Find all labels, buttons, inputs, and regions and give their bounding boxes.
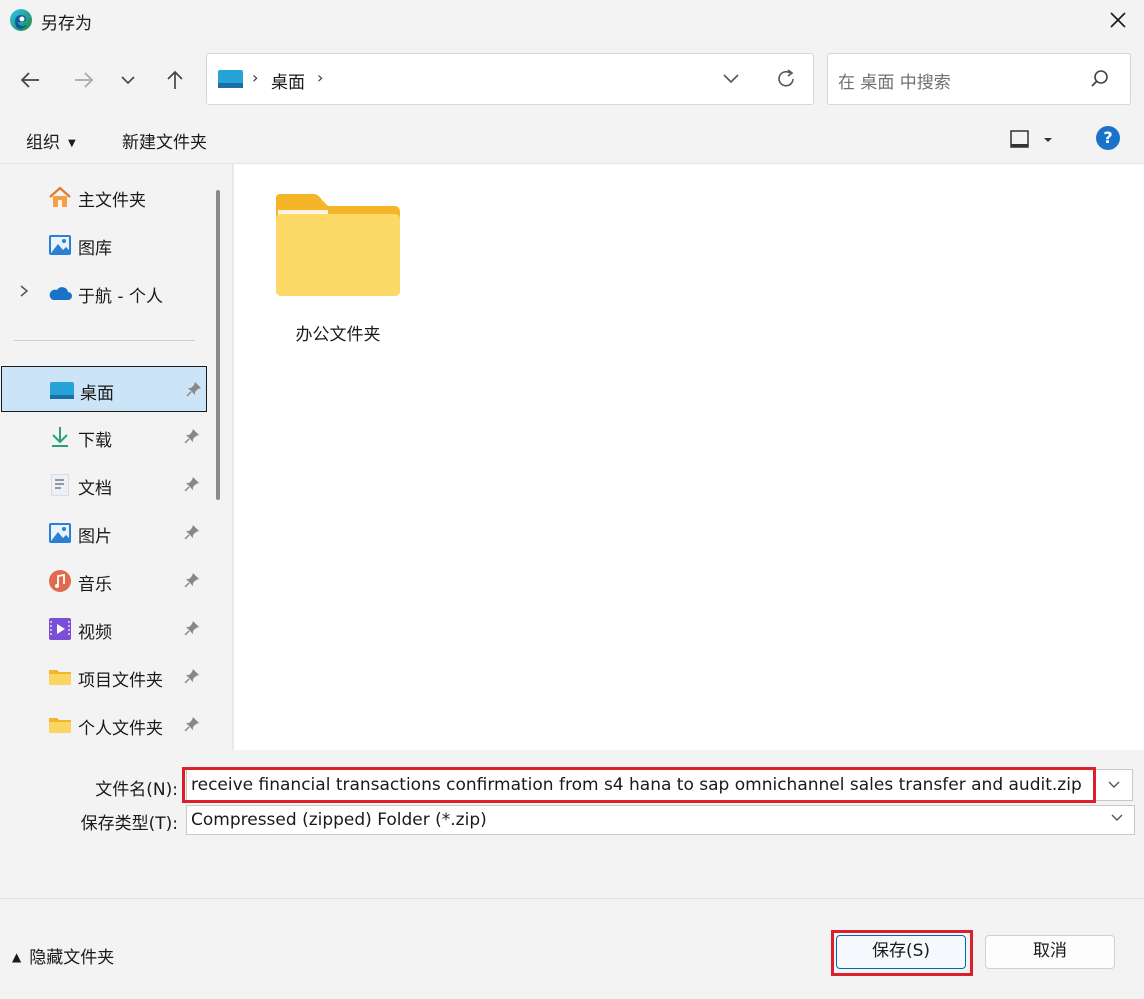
desktop-icon: [218, 70, 243, 88]
refresh-icon[interactable]: [775, 68, 797, 90]
save-highlight-box: [831, 930, 973, 976]
recent-locations-button[interactable]: [114, 66, 142, 94]
view-options-button[interactable]: [1010, 129, 1060, 156]
chevron-down-icon: [121, 76, 135, 85]
filename-dropdown-button[interactable]: [1094, 770, 1132, 800]
sidebar-item-home[interactable]: 主文件夹: [0, 174, 206, 220]
edge-browser-icon: [10, 9, 32, 31]
arrow-right-icon: [75, 72, 94, 88]
sidebar-item-documents[interactable]: 文档: [0, 462, 206, 508]
sidebar-item-label: 音乐: [78, 575, 112, 595]
sidebar-item-gallery[interactable]: 图库: [0, 222, 206, 268]
onedrive-cloud-icon: [49, 287, 72, 300]
save-form-area: 文件名(N): receive financial transactions c…: [0, 750, 1144, 999]
download-icon: [52, 427, 68, 447]
folder-icon: [49, 670, 71, 685]
organize-label: 组织: [26, 133, 60, 153]
caret-down-icon: ▼: [68, 138, 76, 149]
sidebar-item-label: 于航 - 个人: [78, 287, 163, 307]
caret-up-icon: ▲: [12, 950, 22, 964]
breadcrumb-desktop[interactable]: 桌面: [271, 68, 305, 93]
music-icon: [49, 570, 71, 592]
footer-divider: [0, 898, 1144, 899]
arrow-left-icon: [20, 72, 39, 88]
search-icon: [1091, 70, 1108, 87]
desktop-icon: [50, 382, 74, 399]
search-box[interactable]: 在 桌面 中搜索: [827, 53, 1131, 105]
folder-icon: [276, 194, 400, 296]
document-icon: [51, 474, 69, 496]
breadcrumb-separator: ›: [252, 68, 259, 87]
folder-name: 办公文件夹: [295, 325, 381, 345]
back-button[interactable]: [16, 66, 44, 94]
address-bar[interactable]: › 桌面 ›: [206, 53, 814, 105]
home-icon: [49, 186, 71, 207]
sidebar-item-label: 图片: [78, 527, 112, 547]
sidebar-item-label: 主文件夹: [78, 191, 146, 211]
sidebar-item-label: 个人文件夹: [78, 719, 163, 739]
organize-menu-button[interactable]: 组织 ▼: [26, 128, 76, 153]
chevron-down-icon[interactable]: [721, 68, 741, 88]
filetype-value: Compressed (zipped) Folder (*.zip): [191, 810, 487, 830]
search-input[interactable]: 在 桌面 中搜索: [838, 68, 951, 93]
sidebar-item-label: 项目文件夹: [78, 671, 163, 691]
sidebar-item-project-folder[interactable]: 项目文件夹: [0, 654, 206, 700]
sidebar-item-music[interactable]: 音乐: [0, 558, 206, 604]
sidebar-item-desktop[interactable]: 桌面: [1, 366, 207, 412]
close-icon[interactable]: [1106, 8, 1130, 32]
filetype-label: 保存类型(T):: [80, 814, 178, 834]
window-title: 另存为: [41, 14, 92, 34]
pin-icon[interactable]: [184, 572, 200, 588]
pin-icon[interactable]: [184, 716, 200, 732]
cancel-button[interactable]: 取消: [985, 935, 1115, 969]
sidebar-scrollbar[interactable]: [216, 190, 220, 500]
title-bar: 另存为: [0, 0, 1144, 42]
command-toolbar: 组织 ▼ 新建文件夹 ?: [0, 116, 1144, 164]
pictures-icon: [49, 523, 71, 543]
chevron-down-icon: [1108, 781, 1119, 788]
sidebar-item-label: 下载: [78, 431, 112, 451]
chevron-down-icon: [1111, 814, 1123, 821]
pin-icon[interactable]: [184, 620, 200, 636]
forward-button[interactable]: [70, 66, 98, 94]
sidebar-item-pictures[interactable]: 图片: [0, 510, 206, 556]
sidebar-item-label: 文档: [78, 479, 112, 499]
folder-item[interactable]: 办公文件夹: [270, 190, 406, 350]
filetype-select[interactable]: Compressed (zipped) Folder (*.zip): [186, 805, 1135, 835]
new-folder-button[interactable]: 新建文件夹: [122, 128, 207, 153]
folder-icon: [49, 718, 71, 733]
navigation-bar: › 桌面 › 在 桌面 中搜索: [0, 42, 1144, 116]
sidebar-item-label: 桌面: [80, 384, 114, 404]
breadcrumb-separator-trailing[interactable]: ›: [317, 68, 323, 87]
sidebar-item-videos[interactable]: 视频: [0, 606, 206, 652]
navigation-pane: 主文件夹 图库 于航 - 个人 桌面 下载 文档 图片 音乐 视频 项目文件夹 …: [0, 164, 232, 750]
sidebar-item-label: 视频: [78, 623, 112, 643]
sidebar-item-personal-folder[interactable]: 个人文件夹: [0, 702, 206, 748]
help-icon[interactable]: ?: [1096, 126, 1120, 150]
sidebar-divider: [14, 340, 195, 341]
gallery-icon: [49, 235, 71, 255]
up-button[interactable]: [161, 66, 189, 94]
pin-icon[interactable]: [184, 524, 200, 540]
pin-icon[interactable]: [186, 381, 202, 397]
video-icon: [49, 618, 71, 640]
filename-label: 文件名(N):: [95, 780, 178, 800]
filename-highlight-box: [182, 767, 1096, 803]
hide-folders-toggle[interactable]: ▲ 隐藏文件夹: [12, 943, 114, 968]
pin-icon[interactable]: [184, 476, 200, 492]
pin-icon[interactable]: [184, 668, 200, 684]
hide-folders-label: 隐藏文件夹: [29, 948, 115, 968]
pin-icon[interactable]: [184, 428, 200, 444]
arrow-up-icon: [167, 70, 183, 89]
chevron-right-icon[interactable]: [18, 283, 30, 299]
file-list-pane: 办公文件夹: [234, 164, 1144, 750]
sidebar-item-downloads[interactable]: 下载: [0, 414, 206, 460]
view-layout-icon: [1010, 130, 1052, 148]
sidebar-item-onedrive[interactable]: 于航 - 个人: [0, 270, 206, 316]
sidebar-item-label: 图库: [78, 239, 112, 259]
